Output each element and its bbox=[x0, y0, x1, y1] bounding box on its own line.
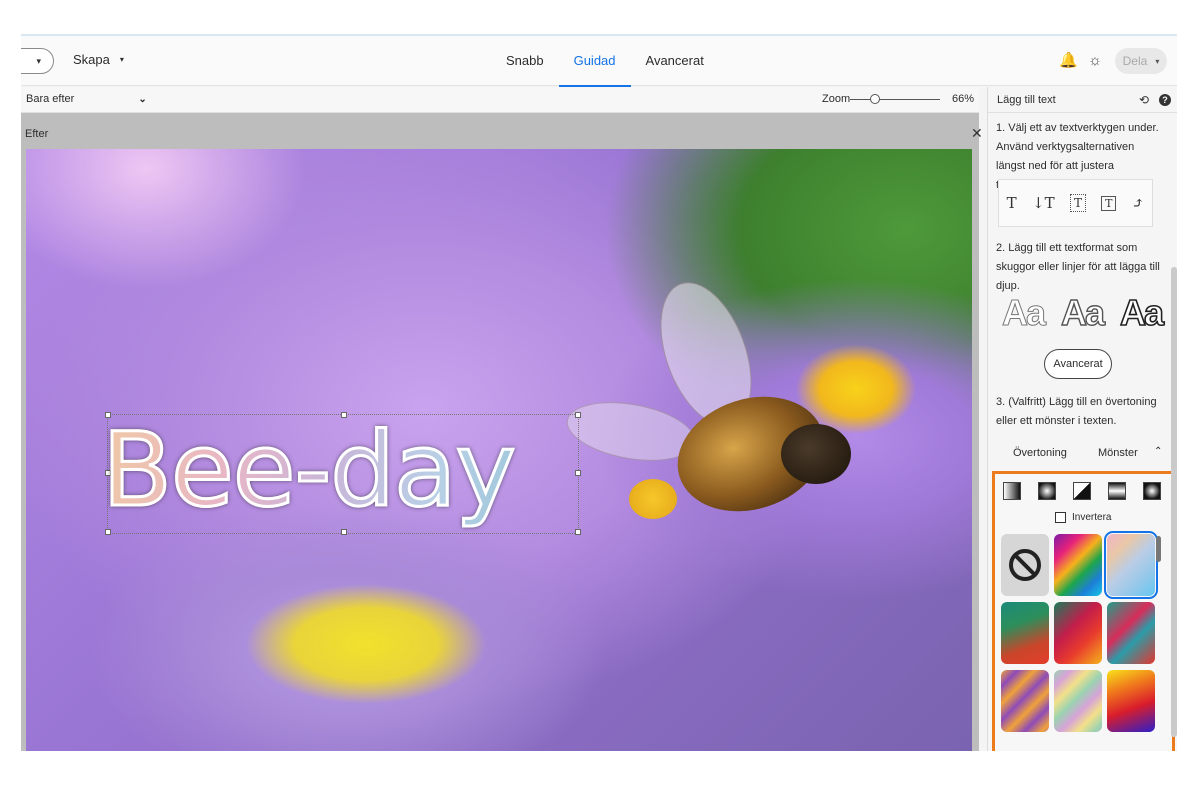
text-style-row: Aa Aa Aa bbox=[1001, 291, 1165, 334]
gradient-swatch-selected[interactable] bbox=[1104, 531, 1158, 599]
tab-gradient[interactable]: Övertoning bbox=[1013, 447, 1067, 459]
view-select-label: Bara efter bbox=[26, 93, 75, 105]
zoom-slider[interactable] bbox=[850, 94, 940, 104]
gradient-swatch[interactable] bbox=[1001, 670, 1049, 732]
text-on-path-tool-icon[interactable]: ⤴ bbox=[1132, 194, 1145, 212]
panel-header: Lägg till text ⟲ ? bbox=[988, 87, 1177, 113]
resize-handle[interactable] bbox=[575, 470, 581, 476]
no-gradient-swatch[interactable] bbox=[1001, 534, 1049, 596]
text-mask-tool-icon[interactable]: T bbox=[1069, 194, 1086, 212]
tab-quick[interactable]: Snabb bbox=[491, 36, 559, 86]
view-select[interactable]: Bara efter ⌄ bbox=[26, 93, 147, 105]
tab-guided[interactable]: Guidad bbox=[558, 36, 631, 87]
text-style-stroke[interactable]: Aa bbox=[1060, 291, 1105, 334]
step-3-instructions: 3. (Valfritt) Lägg till en övertoning el… bbox=[996, 396, 1157, 427]
zoom-label: Zoom bbox=[822, 93, 851, 105]
help-icon[interactable]: ? bbox=[1159, 93, 1171, 106]
resize-handle[interactable] bbox=[575, 412, 581, 418]
radial-gradient-icon[interactable] bbox=[1038, 482, 1056, 500]
chevron-up-icon[interactable]: ⌃ bbox=[1154, 446, 1162, 457]
gradient-options: Invertera bbox=[992, 471, 1175, 751]
gradient-swatch-grid bbox=[1001, 531, 1161, 732]
open-dropdown-button[interactable]: ▾ bbox=[21, 48, 54, 74]
create-label: Skapa bbox=[73, 52, 110, 67]
guided-panel: Lägg till text ⟲ ? 1. Välj ett av textve… bbox=[987, 87, 1177, 751]
gradient-swatch[interactable] bbox=[1054, 602, 1102, 664]
tab-advanced[interactable]: Avancerat bbox=[631, 36, 719, 86]
panel-scrollbar-thumb[interactable] bbox=[1171, 267, 1177, 737]
bee-head bbox=[781, 424, 851, 484]
after-label: Efter bbox=[25, 128, 49, 140]
top-right-actions: 🔔 ☼ Dela ▾ bbox=[1059, 48, 1167, 74]
text-style-outline[interactable]: Aa bbox=[1001, 292, 1046, 334]
horizontal-type-tool-icon[interactable]: T bbox=[1007, 194, 1017, 212]
bee-photo[interactable]: Bee-day bbox=[26, 149, 972, 751]
chevron-down-icon: ▾ bbox=[1155, 56, 1160, 66]
fill-tabs: Övertoning Mönster ⌃ bbox=[988, 443, 1177, 465]
sun-icon[interactable]: ☼ bbox=[1087, 52, 1103, 70]
vertical-type-tool-icon[interactable]: ↓T bbox=[1032, 194, 1055, 212]
gradient-swatch[interactable] bbox=[1054, 534, 1102, 596]
text-tool-row: T ↓T T T ⤴ bbox=[998, 179, 1153, 227]
gradient-type-row bbox=[1003, 482, 1161, 500]
gradient-swatch[interactable] bbox=[1001, 602, 1049, 664]
chevron-down-icon: ▾ bbox=[119, 55, 124, 64]
panel-title: Lägg till text bbox=[997, 93, 1056, 106]
close-icon[interactable]: ✕ bbox=[971, 125, 983, 142]
angle-gradient-icon[interactable] bbox=[1073, 482, 1091, 500]
text-on-shape-tool-icon[interactable]: T bbox=[1101, 195, 1117, 211]
mode-tabs: Snabb Guidad Avancerat bbox=[491, 36, 719, 87]
linear-gradient-icon[interactable] bbox=[1003, 482, 1021, 500]
chevron-down-icon: ⌄ bbox=[138, 93, 147, 105]
create-menu[interactable]: Skapa ▾ bbox=[73, 52, 124, 67]
view-toolbar: Bara efter ⌄ Zoom 66% bbox=[21, 87, 979, 113]
app-window: ▾ Skapa ▾ Snabb Guidad Avancerat 🔔 ☼ Del… bbox=[21, 34, 1177, 751]
step-2-instructions: 2. Lägg till ett textformat som skuggor … bbox=[996, 242, 1160, 292]
zoom-slider-thumb[interactable] bbox=[870, 94, 880, 104]
gradient-swatch[interactable] bbox=[1107, 670, 1155, 732]
chevron-down-icon: ▾ bbox=[36, 55, 41, 66]
share-label: Dela bbox=[1122, 54, 1148, 68]
diamond-gradient-icon[interactable] bbox=[1143, 482, 1161, 500]
share-button[interactable]: Dela ▾ bbox=[1115, 48, 1167, 74]
top-bar: ▾ Skapa ▾ Snabb Guidad Avancerat 🔔 ☼ Del… bbox=[21, 36, 1177, 87]
reflected-gradient-icon[interactable] bbox=[1108, 482, 1126, 500]
gradient-swatch[interactable] bbox=[1107, 602, 1155, 664]
advanced-button[interactable]: Avancerat bbox=[1044, 349, 1112, 379]
headline-text[interactable]: Bee-day bbox=[101, 410, 518, 532]
invert-checkbox[interactable] bbox=[1055, 512, 1066, 523]
text-style-shadow[interactable]: Aa bbox=[1119, 291, 1165, 334]
invert-label: Invertera bbox=[1072, 512, 1112, 523]
reset-icon[interactable]: ⟲ bbox=[1139, 93, 1149, 107]
pollen-basket bbox=[629, 479, 677, 519]
prohibited-icon bbox=[1009, 549, 1041, 581]
gradient-swatch[interactable] bbox=[1054, 670, 1102, 732]
invert-option[interactable]: Invertera bbox=[1055, 512, 1111, 523]
panel-scrollbar[interactable] bbox=[1171, 267, 1177, 737]
canvas-area: Efter ✕ Bee-day bbox=[21, 113, 983, 751]
zoom-value: 66% bbox=[952, 93, 975, 105]
swatch-scrollbar[interactable] bbox=[1156, 536, 1161, 562]
tab-pattern[interactable]: Mönster bbox=[1098, 447, 1138, 459]
resize-handle[interactable] bbox=[575, 529, 581, 535]
bell-icon[interactable]: 🔔 bbox=[1059, 52, 1078, 70]
